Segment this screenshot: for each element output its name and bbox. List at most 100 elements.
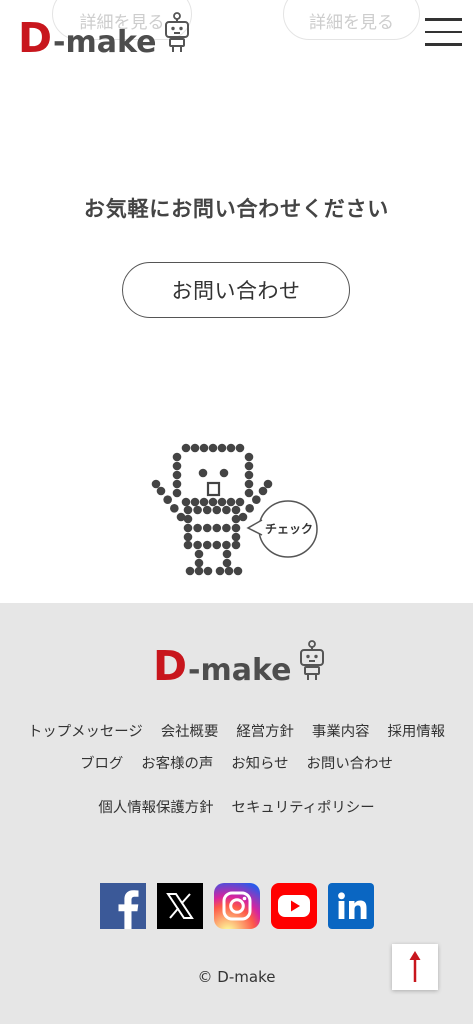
menu-line [425, 18, 462, 21]
mascot-dot [212, 505, 222, 515]
mascot-dot [217, 443, 227, 453]
x-link[interactable] [156, 883, 203, 929]
mascot-dot [244, 488, 254, 498]
footer-link-recruit[interactable]: 採用情報 [388, 722, 446, 742]
mascot-dot [183, 505, 193, 515]
mascot-dot [176, 512, 186, 522]
site-header: D -make [0, 0, 473, 64]
header-logo[interactable]: D -make [18, 12, 190, 59]
mascot-dot [183, 523, 193, 533]
footer-link-voices[interactable]: お客様の声 [141, 754, 213, 774]
logo-word: -make [53, 25, 157, 60]
footer-link-business[interactable]: 事業内容 [312, 722, 370, 742]
mascot-dot [202, 540, 212, 550]
mascot-dot [238, 512, 248, 522]
mascot-dot [151, 479, 161, 489]
mascot-dot [231, 505, 241, 515]
menu-line [425, 43, 462, 46]
youtube-icon[interactable] [270, 883, 317, 929]
logo-mark: D [18, 14, 54, 62]
footer-logo[interactable]: D -make [153, 640, 325, 687]
mascot-dot [212, 540, 222, 550]
mascot-dot [233, 566, 243, 576]
robot-mascot-dots [151, 443, 273, 576]
mascot-dot [222, 540, 231, 550]
mascot-dot [231, 540, 241, 550]
facebook-icon[interactable] [99, 883, 146, 929]
mascot-dot [231, 532, 241, 542]
footer-link-contact[interactable]: お問い合わせ [307, 754, 393, 774]
mascot-dot [172, 488, 182, 498]
hamburger-icon[interactable] [425, 18, 462, 46]
mascot-dot [224, 566, 234, 576]
mascot-dot [226, 443, 236, 453]
footer-nav-primary: トップメッセージ 会社概要 経営方針 事業内容 採用情報 [0, 722, 473, 742]
site-footer: D -make トップメッセージ 会社概要 経営方針 事業内容 採用情報 ブログ… [0, 603, 473, 1024]
facebook-link[interactable] [99, 883, 146, 929]
speech-bubble-text: チェック [265, 522, 313, 536]
mascot-dot [222, 505, 231, 515]
mascot-dot [263, 479, 273, 489]
mascot-dot [181, 443, 191, 453]
mascot-dot [156, 486, 166, 496]
contact-button[interactable]: お問い合わせ [122, 262, 350, 318]
robot-mouth [206, 481, 221, 497]
instagram-icon[interactable] [213, 883, 260, 929]
mascot-dot [172, 470, 182, 480]
mascot-dot [198, 468, 208, 478]
footer-link-company[interactable]: 会社概要 [161, 722, 219, 742]
mascot-dot [199, 443, 209, 453]
youtube-link[interactable] [270, 883, 317, 929]
mascot-dot [252, 495, 261, 504]
linkedin-icon[interactable] [327, 883, 374, 929]
mascot-dot [244, 452, 254, 462]
mascot-dot [193, 505, 202, 515]
mascot-dot [170, 504, 179, 513]
instagram-link[interactable] [213, 883, 260, 929]
mascot-dot [172, 461, 182, 471]
contact-heading: お気軽にお問い合わせください [83, 197, 390, 221]
footer-link-blog[interactable]: ブログ [80, 754, 123, 774]
robot-icon [299, 640, 325, 680]
mascot-dot [199, 497, 209, 507]
mascot-dot [215, 566, 225, 576]
linkedin-link[interactable] [327, 883, 374, 929]
mascot-dot [217, 497, 227, 507]
robot-mascot-icon: チェック [151, 443, 318, 576]
mascot-dot [244, 470, 254, 480]
mascot-dot [244, 479, 254, 489]
x-icon[interactable] [156, 883, 203, 929]
footer-link-news[interactable]: お知らせ [231, 754, 288, 774]
mascot-dot [208, 443, 218, 453]
mascot-dot [208, 497, 218, 507]
mascot-dot [202, 505, 212, 515]
mascot-dot [244, 461, 254, 471]
footer-nav-secondary: ブログ お客様の声 お知らせ お問い合わせ [0, 754, 473, 774]
mascot-dot [235, 443, 245, 453]
copyright: © D-make [197, 968, 276, 986]
hamburger-menu-button[interactable] [425, 18, 462, 46]
footer-link-privacy[interactable]: 個人情報保護方針 [98, 798, 213, 818]
mascot-dot [235, 497, 245, 507]
footer-link-top-message[interactable]: トップメッセージ [28, 722, 143, 742]
mascot-dot [212, 523, 222, 533]
mascot-dot [194, 566, 204, 576]
mascot-dot [172, 452, 182, 462]
mascot-dot [172, 479, 182, 489]
mascot-dot [226, 497, 236, 507]
footer-link-policy[interactable]: 経営方針 [236, 722, 294, 742]
mascot-dot [194, 558, 204, 568]
logo-word: -make [188, 653, 292, 688]
mascot-dot [245, 504, 254, 513]
menu-line [425, 30, 462, 33]
footer-link-security[interactable]: セキュリティポリシー [232, 798, 375, 818]
mascot-dot [193, 523, 202, 533]
mascot-dot [203, 566, 213, 576]
speech-bubble: チェック [246, 500, 318, 558]
mascot-dot [183, 540, 193, 550]
mascot-dot [222, 558, 232, 568]
mascot-dot [185, 566, 195, 576]
mascot-dot [194, 549, 204, 559]
mascot-dot [181, 497, 191, 507]
footer-nav-policies: 個人情報保護方針 セキュリティポリシー [0, 798, 473, 818]
